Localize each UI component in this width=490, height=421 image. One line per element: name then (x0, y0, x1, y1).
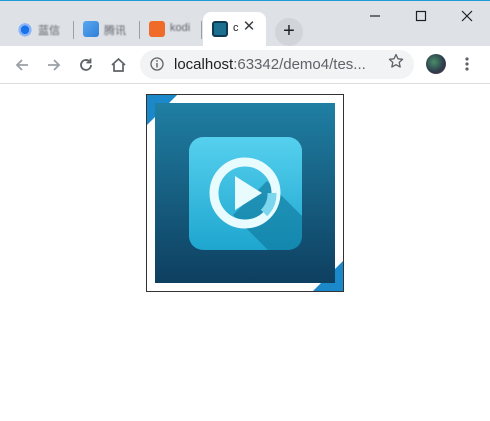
bookmark-button[interactable] (385, 50, 407, 72)
play-video-icon (155, 103, 335, 283)
maximize-icon (415, 10, 427, 22)
home-icon (110, 57, 126, 72)
tab-favicon-icon (83, 21, 99, 37)
url-path: :63342/demo4/tes... (233, 56, 366, 73)
more-vert-icon (465, 57, 469, 71)
new-tab-button[interactable]: + (275, 18, 303, 46)
tab-3[interactable]: kodi (140, 12, 202, 47)
url-host: localhost (174, 56, 234, 73)
forward-arrow-icon (48, 59, 61, 71)
image-frame (146, 94, 344, 292)
close-icon (461, 10, 473, 22)
browser-toolbar: localhost:63342/demo4/tes... (0, 46, 490, 84)
maximize-button[interactable] (398, 1, 444, 31)
tab-title: c (233, 22, 239, 34)
address-bar[interactable]: localhost:63342/demo4/tes... (140, 50, 414, 79)
star-icon (388, 53, 404, 68)
tab-favicon-icon (17, 21, 33, 37)
tab-title: 蓝信 (38, 25, 60, 37)
reload-button[interactable] (73, 52, 99, 78)
tab-close-icon[interactable]: ✕ (240, 18, 258, 36)
tab-strip: 蓝信 腾讯 kodi c ✕ + (0, 0, 490, 47)
tab-favicon-icon (149, 21, 165, 37)
tab-2[interactable]: 腾讯 (74, 12, 140, 47)
reload-icon (80, 58, 92, 71)
plus-icon: + (283, 20, 295, 42)
tab-favicon-icon (212, 21, 228, 37)
url-text: localhost:63342/demo4/tes... (174, 56, 366, 73)
tab-active[interactable]: c ✕ (203, 12, 266, 47)
menu-button[interactable] (459, 53, 475, 75)
back-button[interactable] (9, 52, 35, 78)
close-window-button[interactable] (444, 1, 490, 31)
minimize-icon (370, 15, 380, 17)
home-button[interactable] (105, 52, 131, 78)
tab-title: 腾讯 (104, 25, 126, 37)
tab-1[interactable]: 蓝信 (8, 12, 74, 47)
info-icon (150, 57, 164, 71)
back-arrow-icon (15, 59, 28, 71)
forward-button[interactable] (41, 52, 67, 78)
tab-title: kodi (170, 22, 191, 34)
profile-avatar[interactable] (426, 54, 446, 74)
minimize-button[interactable] (352, 1, 398, 31)
